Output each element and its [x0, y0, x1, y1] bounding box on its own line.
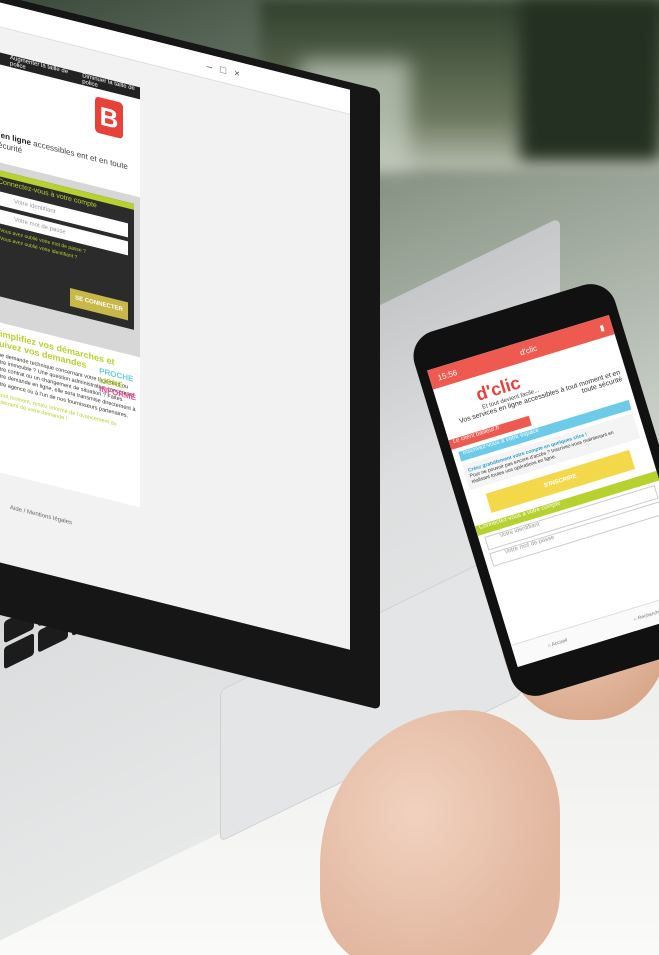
- web-panel: Augmenter la taille de police Diminuer l…: [0, 50, 140, 508]
- footer-link-legal[interactable]: Mentions légales: [27, 509, 72, 526]
- site-footer: Aide / Mentions légales: [10, 504, 73, 527]
- photo-scene: – □ × Augmenter la taille de police Dimi…: [0, 0, 659, 955]
- increase-font-link[interactable]: Augmenter la taille de police: [10, 55, 72, 83]
- background-tree: [520, 0, 659, 160]
- login-button[interactable]: SE CONNECTER: [70, 287, 128, 321]
- brand-logo: B: [95, 96, 123, 140]
- nav-home[interactable]: ⌂ Accueil: [547, 637, 568, 649]
- phone-header-title: d'clic: [518, 343, 539, 357]
- nav-search[interactable]: ⌕ Rechercher: [633, 608, 659, 623]
- maximize-button[interactable]: □: [220, 64, 226, 77]
- decrease-font-link[interactable]: Diminuer la taille de police: [82, 73, 140, 99]
- phone-bottom-nav: ⌂ Accueil ⌕ Rechercher: [511, 589, 659, 667]
- footer-link-help[interactable]: Aide: [10, 505, 22, 514]
- laptop-screen: – □ × Augmenter la taille de police Dimi…: [0, 0, 350, 650]
- minimize-button[interactable]: –: [207, 60, 213, 72]
- phone-time: 15:56: [436, 367, 459, 383]
- close-button[interactable]: ×: [234, 67, 240, 79]
- battery-icon: ▮: [598, 322, 606, 333]
